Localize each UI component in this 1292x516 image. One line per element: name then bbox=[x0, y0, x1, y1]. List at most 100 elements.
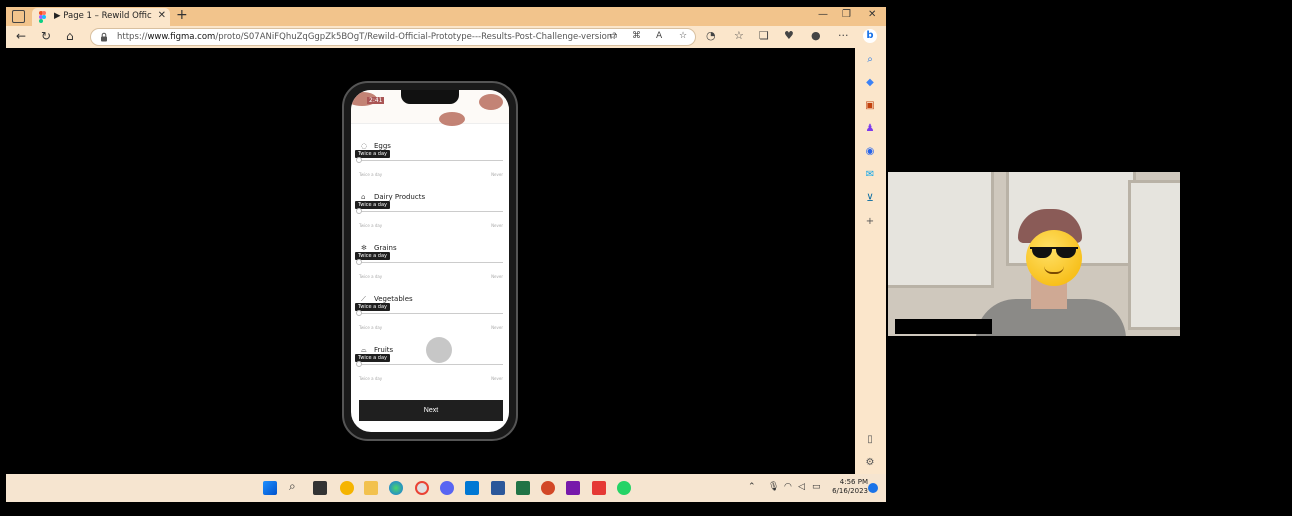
frequency-slider[interactable] bbox=[359, 364, 503, 365]
shopping-icon[interactable]: ◆ bbox=[863, 76, 877, 90]
status-time: 2:41 bbox=[367, 97, 385, 104]
edge-sidebar: b ⌕ ◆ ▣ ♟ ◉ ✉ ⊻ + ▯ ⚙ bbox=[855, 26, 886, 474]
microphone-icon[interactable]: 🎙︎ bbox=[768, 482, 779, 492]
egg-icon: ◌ bbox=[361, 142, 368, 150]
start-icon[interactable] bbox=[263, 481, 277, 495]
decor-blob bbox=[439, 112, 465, 126]
tray-chevron-icon[interactable]: ⌃ bbox=[748, 482, 756, 492]
microsoft365-icon[interactable]: ◉ bbox=[863, 145, 877, 159]
minimize-icon[interactable]: — bbox=[818, 9, 828, 20]
acrobat-icon[interactable] bbox=[592, 481, 606, 495]
sidebar-toggle-icon[interactable]: ▯ bbox=[863, 433, 877, 447]
refresh-pane-icon[interactable]: ◔ bbox=[706, 29, 716, 42]
slider-min-label: Twice a day bbox=[359, 223, 383, 228]
next-button[interactable]: Next bbox=[359, 400, 503, 421]
food-row-grains: ✻ Grains Twice a day Twice a day Never bbox=[351, 244, 509, 294]
food-name: Fruits bbox=[374, 346, 394, 354]
slider-handle[interactable] bbox=[356, 310, 362, 316]
tab-bar: ▶ Page 1 – Rewild Official Prototype ✕ +… bbox=[6, 7, 886, 26]
frequency-slider[interactable] bbox=[359, 211, 503, 212]
outlook-app-icon[interactable] bbox=[465, 481, 479, 495]
chrome-icon[interactable] bbox=[415, 481, 429, 495]
tab-title: ▶ Page 1 – Rewild Official Prototype bbox=[54, 11, 152, 21]
edge-icon[interactable] bbox=[389, 481, 403, 495]
widgets-icon[interactable] bbox=[340, 481, 354, 495]
onenote-icon[interactable] bbox=[566, 481, 580, 495]
tab-actions-icon[interactable] bbox=[12, 10, 25, 23]
slider-handle[interactable] bbox=[356, 259, 362, 265]
tab-active[interactable]: ▶ Page 1 – Rewild Official Prototype ✕ bbox=[32, 8, 170, 26]
file-explorer-icon[interactable] bbox=[364, 481, 378, 495]
slider-min-label: Twice a day bbox=[359, 376, 383, 381]
slider-min-label: Twice a day bbox=[359, 172, 383, 177]
app-available-icon[interactable]: ▭ bbox=[609, 31, 618, 41]
slider-min-label: Twice a day bbox=[359, 325, 383, 330]
home-icon[interactable]: ⌂ bbox=[66, 29, 74, 43]
tab-close-icon[interactable]: ✕ bbox=[158, 10, 166, 21]
slider-max-label: Never bbox=[491, 376, 503, 381]
food-row-eggs: ◌ Eggs Twice a day Twice a day Never bbox=[351, 142, 509, 192]
slider-handle[interactable] bbox=[356, 157, 362, 163]
desktop-screen: ▶ Page 1 – Rewild Official Prototype ✕ +… bbox=[0, 0, 1292, 516]
bing-copilot-icon[interactable]: b bbox=[863, 29, 877, 43]
clock-time: 4:56 PM bbox=[839, 478, 868, 486]
figma-icon bbox=[39, 11, 46, 23]
slider-handle[interactable] bbox=[356, 361, 362, 367]
powerpoint-icon[interactable] bbox=[541, 481, 555, 495]
slider-handle[interactable] bbox=[356, 208, 362, 214]
slider-max-label: Never bbox=[491, 172, 503, 177]
frequency-slider[interactable] bbox=[359, 313, 503, 314]
shopping-cart-icon[interactable]: ⊻ bbox=[863, 192, 877, 206]
new-tab-icon[interactable]: + bbox=[176, 7, 188, 23]
more-menu-icon[interactable]: ··· bbox=[838, 29, 849, 42]
food-row-dairy: ⌂ Dairy Products Twice a day Twice a day… bbox=[351, 193, 509, 243]
url-input[interactable]: https://www.figma.com/proto/S07ANiFQhuZq… bbox=[90, 28, 696, 46]
touch-cursor-indicator bbox=[426, 337, 452, 363]
windows-taskbar: ⌕ ⌃ 🎙︎ ◠ ◁ ▭ 4:56 PM 6/16/2023 bbox=[6, 474, 886, 502]
food-name: Grains bbox=[374, 244, 397, 252]
taskbar-clock[interactable]: 4:56 PM 6/16/2023 bbox=[826, 478, 868, 496]
url-text: https://www.figma.com/proto/S07ANiFQhuZq… bbox=[117, 32, 617, 42]
food-name: Eggs bbox=[374, 142, 391, 150]
slider-max-label: Never bbox=[491, 325, 503, 330]
collections-icon[interactable]: ❏ bbox=[759, 29, 769, 42]
add-sidebar-item-icon[interactable]: + bbox=[863, 215, 877, 229]
redacted-name-bar bbox=[895, 319, 992, 334]
frequency-slider[interactable] bbox=[359, 262, 503, 263]
discord-icon[interactable] bbox=[440, 481, 454, 495]
favorites-icon[interactable]: ☆ bbox=[734, 29, 744, 42]
volume-icon[interactable]: ◁ bbox=[798, 482, 805, 492]
frequency-slider[interactable] bbox=[359, 160, 503, 161]
sunglasses-emoji-icon bbox=[1026, 230, 1082, 286]
profile-icon[interactable]: ● bbox=[811, 29, 821, 42]
extension-icon[interactable]: ⌘ bbox=[632, 31, 641, 41]
phone-notch bbox=[401, 90, 459, 104]
read-aloud-icon[interactable]: A bbox=[656, 31, 662, 41]
grain-icon: ✻ bbox=[361, 244, 367, 252]
close-window-icon[interactable]: ✕ bbox=[868, 9, 876, 20]
games-icon[interactable]: ♟ bbox=[863, 122, 877, 136]
browser-essentials-icon[interactable]: ♥ bbox=[784, 29, 794, 42]
battery-icon[interactable]: ▭ bbox=[812, 482, 821, 492]
maximize-icon[interactable]: ❐ bbox=[842, 9, 851, 20]
food-name: Dairy Products bbox=[374, 193, 426, 201]
notification-icon[interactable] bbox=[868, 483, 878, 493]
word-icon[interactable] bbox=[491, 481, 505, 495]
whatsapp-icon[interactable] bbox=[617, 481, 631, 495]
address-bar-row: ← ↻ ⌂ https://www.figma.com/proto/S07ANi… bbox=[6, 26, 886, 48]
refresh-icon[interactable]: ↻ bbox=[41, 29, 51, 43]
task-view-icon[interactable] bbox=[313, 481, 327, 495]
decor-blob bbox=[479, 94, 503, 110]
wifi-icon[interactable]: ◠ bbox=[784, 482, 792, 492]
back-icon[interactable]: ← bbox=[16, 29, 26, 43]
clock-date: 6/16/2023 bbox=[832, 487, 868, 495]
search-icon[interactable]: ⌕ bbox=[863, 53, 877, 67]
taskbar-search-icon[interactable]: ⌕ bbox=[289, 479, 296, 494]
tools-icon[interactable]: ▣ bbox=[863, 99, 877, 113]
food-name: Vegetables bbox=[374, 295, 413, 303]
favorite-star-icon[interactable]: ☆ bbox=[679, 31, 687, 41]
outlook-icon[interactable]: ✉ bbox=[863, 168, 877, 182]
excel-icon[interactable] bbox=[516, 481, 530, 495]
settings-gear-icon[interactable]: ⚙ bbox=[863, 456, 877, 470]
slider-min-label: Twice a day bbox=[359, 274, 383, 279]
